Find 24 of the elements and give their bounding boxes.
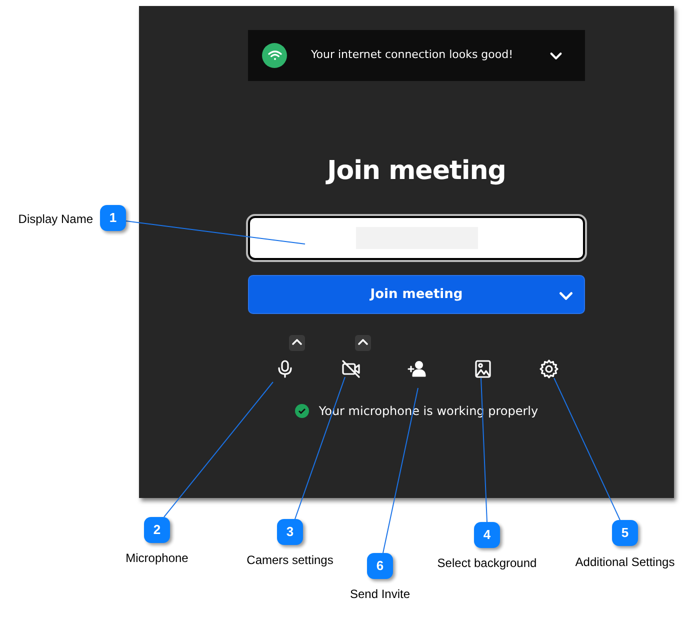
connection-message: Your internet connection looks good! <box>311 47 514 64</box>
image-icon <box>472 359 492 379</box>
display-name-field[interactable] <box>248 216 585 260</box>
callout-label: Send Invite <box>350 586 410 603</box>
callout-label: Camers settings <box>246 552 334 569</box>
join-meeting-button[interactable]: Join meeting <box>248 275 585 314</box>
connection-banner[interactable]: Your internet connection looks good! <box>248 30 585 81</box>
callout-label: Microphone <box>126 550 188 567</box>
callout-number: 6 <box>367 553 393 579</box>
callout-number: 1 <box>100 205 126 231</box>
callout-label: Display Name <box>18 211 93 228</box>
callout-number: 3 <box>277 519 303 545</box>
callout-label: Select background <box>437 555 537 572</box>
add-person-icon <box>406 359 426 379</box>
page-heading: Join meeting <box>324 155 507 187</box>
callout-number: 2 <box>144 517 170 543</box>
options-toggle[interactable] <box>354 335 370 351</box>
wifi-icon <box>262 43 287 68</box>
callout-label: Additional Settings <box>575 554 675 571</box>
callout-number: 5 <box>612 520 638 546</box>
options-toggle[interactable] <box>288 335 304 351</box>
camera-icon <box>340 359 360 379</box>
callout-number: 4 <box>474 522 500 548</box>
gear-icon <box>538 359 558 379</box>
